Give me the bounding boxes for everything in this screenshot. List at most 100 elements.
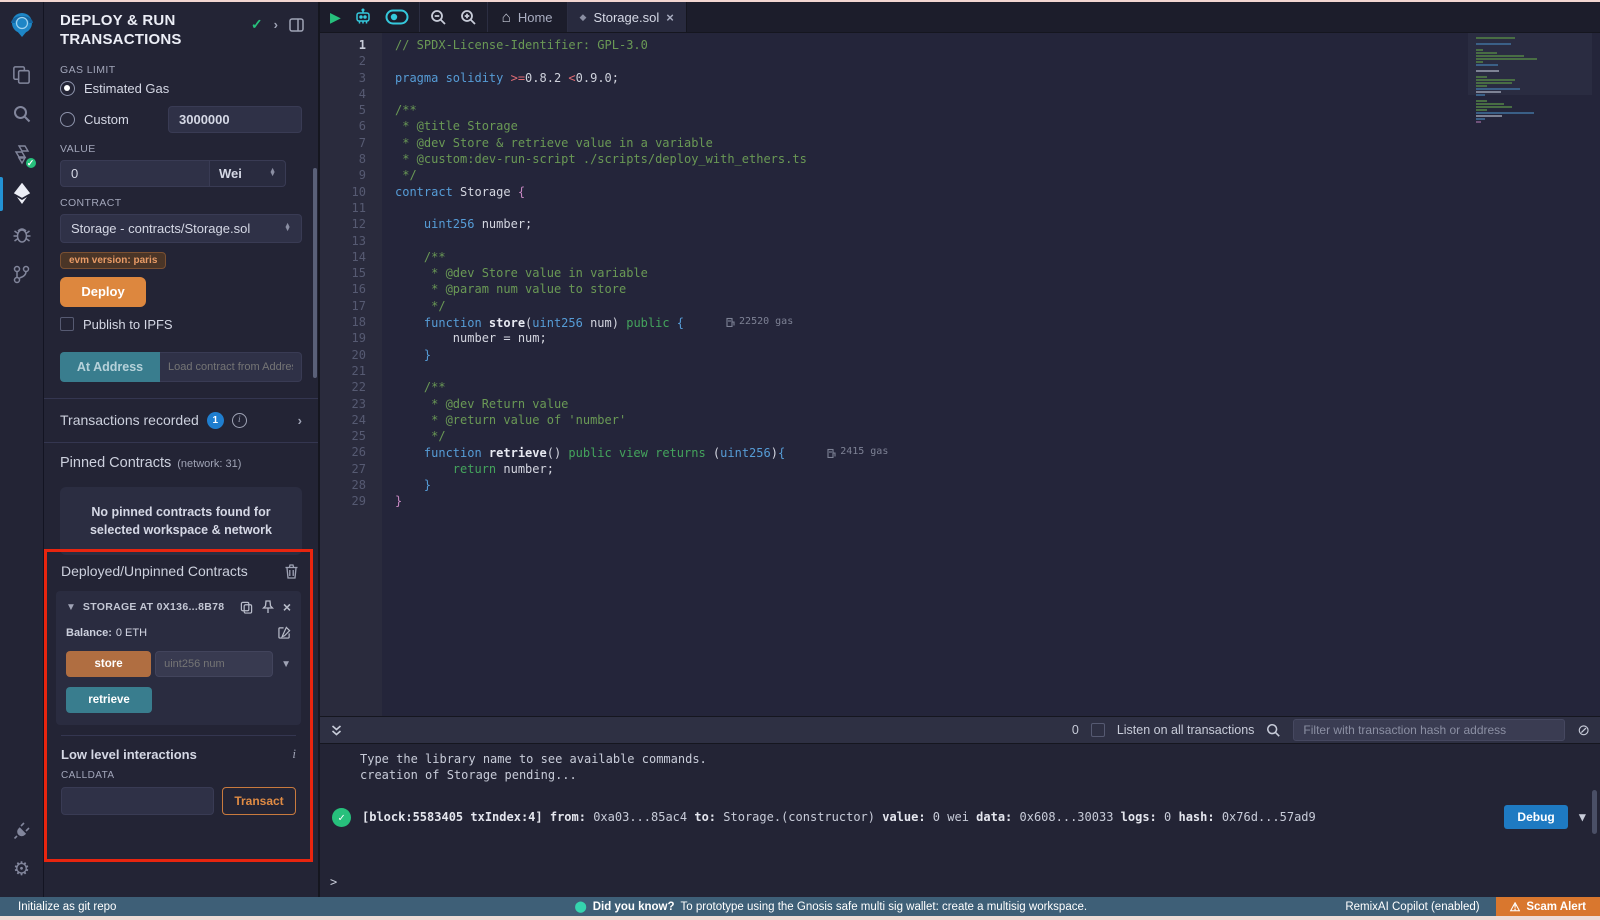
scam-alert-button[interactable]: ⚠ Scam Alert (1496, 897, 1600, 916)
at-address-button[interactable]: At Address (60, 352, 160, 382)
git-init-link[interactable]: Initialize as git repo (18, 901, 116, 913)
edit-balance-icon[interactable] (278, 626, 291, 639)
code-line[interactable] (382, 363, 1600, 379)
tx-summary: [block:5583405 txIndex:4] from: 0xa03...… (362, 810, 1493, 824)
code-line[interactable]: uint256 number; (382, 216, 1600, 232)
code-line[interactable]: contract Storage { (382, 184, 1600, 200)
zoom-in-icon[interactable] (460, 9, 477, 26)
expand-panel-icon[interactable]: › (274, 17, 278, 32)
code-line[interactable] (382, 86, 1600, 102)
pin-contract-icon[interactable] (262, 600, 274, 614)
terminal-scrollbar[interactable] (1592, 790, 1597, 834)
code-line[interactable]: * @custom:dev-run-script ./scripts/deplo… (382, 151, 1600, 167)
code-line[interactable]: * @return value of 'number' (382, 412, 1600, 428)
debug-button[interactable]: Debug (1504, 805, 1567, 829)
code-line[interactable]: /** (382, 102, 1600, 118)
panel-title: DEPLOY & RUN TRANSACTIONS (60, 12, 210, 50)
code-line[interactable] (382, 53, 1600, 69)
publish-ipfs-option[interactable]: Publish to IPFS (60, 317, 302, 332)
pinned-contracts-title: Pinned Contracts (60, 455, 171, 471)
code-line[interactable]: */ (382, 298, 1600, 314)
search-icon[interactable] (0, 94, 44, 134)
remix-logo[interactable] (7, 10, 37, 40)
code-line[interactable]: * @dev Store & retrieve value in a varia… (382, 135, 1600, 151)
clear-console-icon[interactable]: ⊘ (1577, 721, 1590, 739)
settings-gear-icon[interactable]: ⚙ (0, 849, 44, 889)
publish-ipfs-checkbox[interactable] (60, 317, 74, 331)
low-level-info-icon[interactable]: i (292, 746, 296, 762)
code-line[interactable] (382, 233, 1600, 249)
run-script-icon[interactable]: ▶ (330, 9, 341, 26)
code-line[interactable] (382, 200, 1600, 216)
listen-all-checkbox[interactable] (1091, 723, 1105, 737)
debugger-icon[interactable] (0, 214, 44, 254)
retrieve-function-button[interactable]: retrieve (66, 687, 152, 713)
code-line[interactable]: pragma solidity >=0.8.2 <0.9.0; (382, 70, 1600, 86)
copilot-status[interactable]: RemixAI Copilot (enabled) (1345, 901, 1479, 913)
code-line[interactable]: function store(uint256 num) public {2252… (382, 314, 1600, 330)
plugin-manager-icon[interactable] (0, 809, 44, 849)
code-line[interactable]: function retrieve() public view returns … (382, 444, 1600, 460)
code-line[interactable]: } (382, 493, 1600, 509)
collapse-contract-icon[interactable]: ▼ (66, 602, 76, 613)
remove-contract-icon[interactable]: × (283, 600, 291, 614)
info-icon[interactable]: i (232, 413, 247, 428)
contract-select[interactable]: Storage - contracts/Storage.sol ▲▼ (60, 214, 302, 243)
expand-terminal-icon[interactable] (330, 724, 343, 737)
solidity-compiler-icon[interactable]: ✓ (0, 134, 44, 174)
code-line[interactable]: * @dev Store value in variable (382, 265, 1600, 281)
expand-store-args-icon[interactable]: ▼ (281, 659, 291, 670)
store-argument-input[interactable] (155, 651, 273, 677)
editor-minimap[interactable] (1476, 37, 1564, 124)
custom-gas-option[interactable]: Custom (60, 106, 302, 133)
code-line[interactable]: * @param num value to store (382, 281, 1600, 297)
code-line[interactable]: * @title Storage (382, 118, 1600, 134)
code-line[interactable]: } (382, 347, 1600, 363)
code-line[interactable]: number = num; (382, 330, 1600, 346)
copilot-toggle-icon[interactable] (385, 9, 409, 25)
transaction-log-row[interactable]: ✓ [block:5583405 txIndex:4] from: 0xa03.… (332, 805, 1586, 829)
deploy-button[interactable]: Deploy (60, 277, 146, 307)
deploy-and-run-icon[interactable] (0, 174, 44, 214)
home-tab[interactable]: ⌂ Home (488, 2, 568, 32)
expand-transactions-icon[interactable]: › (298, 413, 302, 428)
storage-sol-tab[interactable]: ◆ Storage.sol × (568, 2, 687, 32)
file-explorer-icon[interactable] (0, 54, 44, 94)
value-input[interactable] (60, 160, 210, 187)
custom-gas-radio[interactable] (60, 112, 75, 127)
editor-code[interactable]: // SPDX-License-Identifier: GPL-3.0 pragm… (382, 33, 1600, 716)
remix-ai-assistant-icon[interactable] (354, 8, 372, 26)
close-tab-icon[interactable]: × (666, 10, 674, 25)
transaction-filter-input[interactable] (1293, 719, 1565, 741)
store-function-button[interactable]: store (66, 651, 151, 677)
terminal[interactable]: Type the library name to see available c… (320, 744, 1600, 897)
value-unit-select[interactable]: Wei ▲▼ (210, 160, 286, 187)
estimated-gas-radio[interactable] (60, 81, 75, 96)
panel-scrollbar[interactable] (313, 168, 317, 378)
editor-toolbar: ▶ ⌂ Home (320, 2, 1600, 33)
transact-button[interactable]: Transact (222, 787, 296, 815)
calldata-input[interactable] (61, 787, 214, 815)
code-line[interactable]: return number; (382, 461, 1600, 477)
zoom-out-icon[interactable] (430, 9, 447, 26)
code-editor[interactable]: 1234567891011121314151617181920212223242… (320, 33, 1600, 716)
custom-gas-input[interactable] (168, 106, 302, 133)
code-line[interactable]: } (382, 477, 1600, 493)
code-line[interactable]: */ (382, 428, 1600, 444)
code-line[interactable]: /** (382, 249, 1600, 265)
terminal-prompt[interactable]: > (330, 875, 337, 889)
estimated-gas-option[interactable]: Estimated Gas (60, 81, 302, 96)
status-bar: Initialize as git repo ⬤ Did you know? T… (0, 897, 1600, 916)
copy-address-icon[interactable] (240, 601, 253, 614)
git-icon[interactable] (0, 254, 44, 294)
code-line[interactable]: * @dev Return value (382, 396, 1600, 412)
code-line[interactable]: /** (382, 379, 1600, 395)
at-address-input[interactable] (160, 352, 302, 382)
code-line[interactable]: */ (382, 167, 1600, 183)
pin-panel-icon[interactable] (289, 18, 304, 32)
trash-icon[interactable] (285, 564, 298, 579)
line-number: 24 (320, 412, 382, 428)
code-line[interactable]: // SPDX-License-Identifier: GPL-3.0 (382, 37, 1600, 53)
expand-tx-icon[interactable]: ▼ (1579, 810, 1586, 824)
transactions-recorded-row[interactable]: Transactions recorded 1 i › (44, 399, 318, 442)
